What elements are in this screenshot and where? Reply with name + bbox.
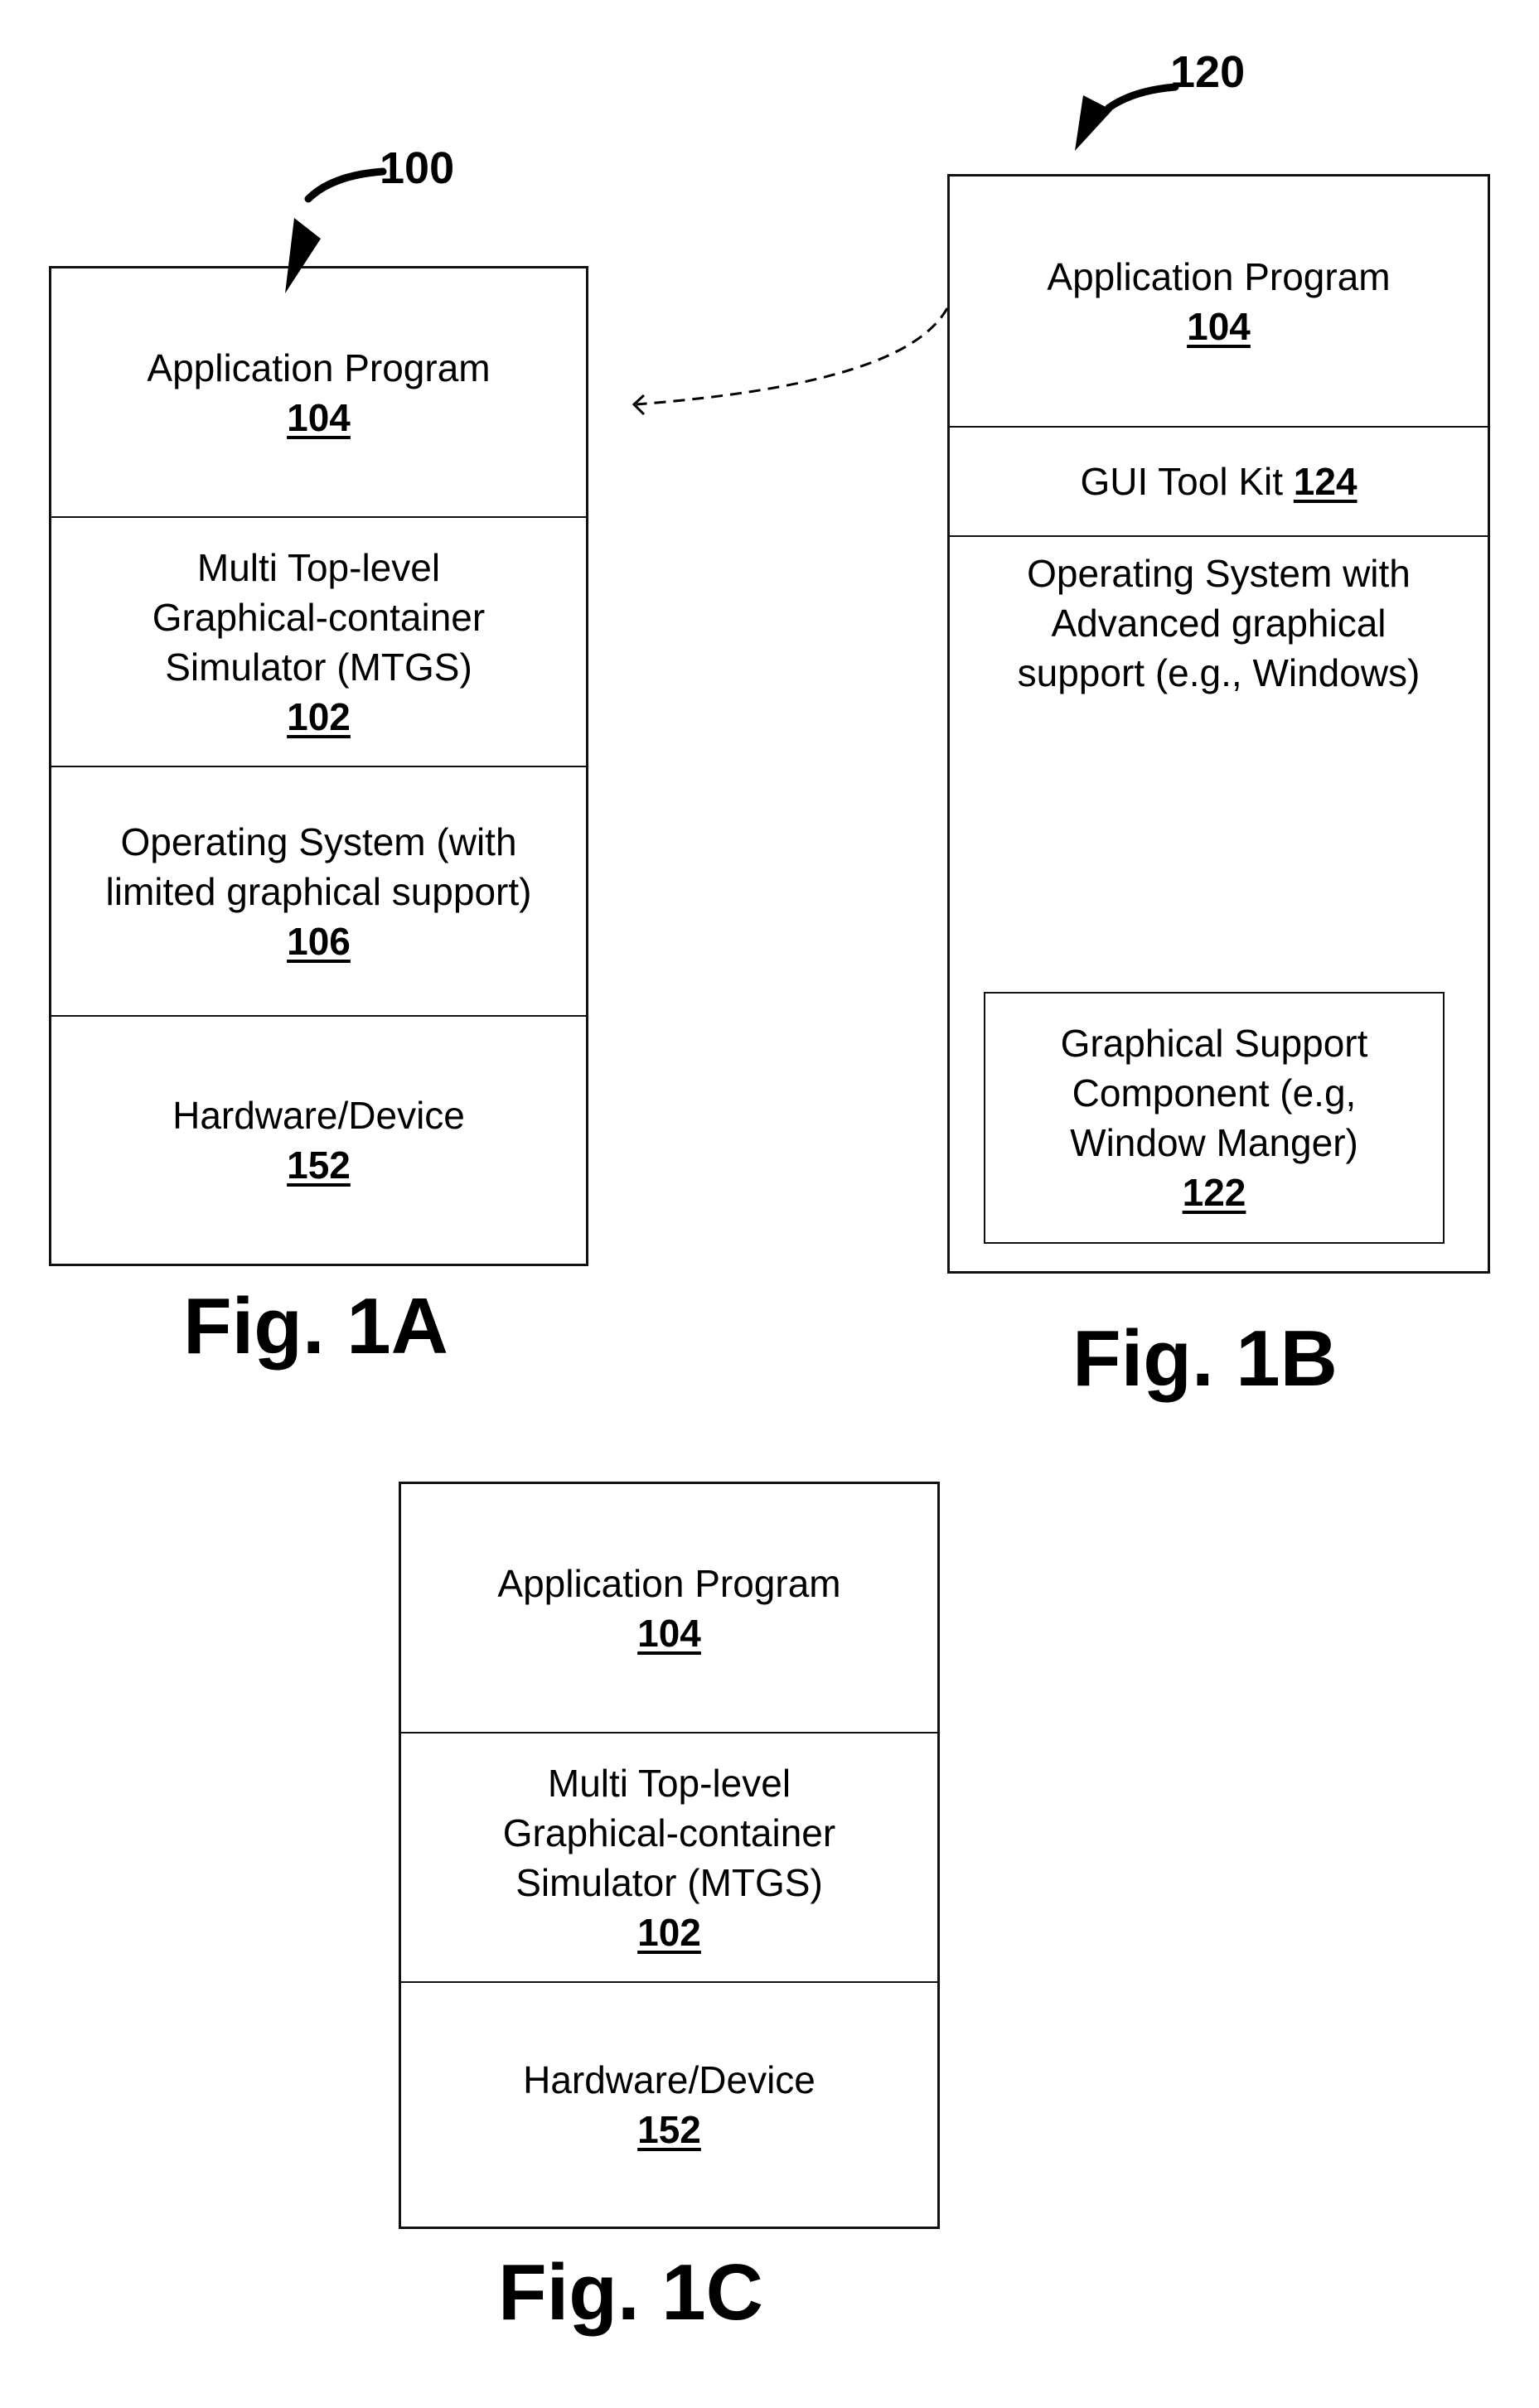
fig1c-layer-application-program: Application Program 104 bbox=[401, 1484, 937, 1733]
fig1b-leader-arrowhead-icon bbox=[1075, 95, 1112, 151]
fig1a-layer-application-program: Application Program 104 bbox=[51, 268, 586, 518]
dashed-reference-arrow bbox=[636, 307, 949, 406]
fig1b-stack: Application Program 104 GUI Tool Kit 124… bbox=[947, 174, 1490, 1274]
layer-label: Advanced graphical bbox=[1051, 602, 1387, 645]
ref-number: 152 bbox=[637, 2108, 701, 2151]
fig1a-caption: Fig. 1A bbox=[182, 1282, 449, 1371]
layer-label: limited graphical support) bbox=[105, 869, 532, 913]
fig1b-leader-arrow-icon bbox=[1105, 83, 1179, 112]
fig1b-ref-number: 120 bbox=[1170, 47, 1246, 97]
fig1c-layer-mtgs: Multi Top-level Graphical-container Simu… bbox=[401, 1733, 937, 1983]
ref-number: 152 bbox=[287, 1144, 351, 1187]
layer-label: Simulator (MTGS) bbox=[165, 645, 472, 689]
layer-label: Application Program bbox=[497, 1561, 841, 1605]
layer-label: Simulator (MTGS) bbox=[515, 1860, 823, 1904]
ref-number: 104 bbox=[637, 1611, 701, 1655]
fig1b-graphical-support-component: Graphical Support Component (e.g, Window… bbox=[984, 992, 1445, 1244]
layer-label: Multi Top-level bbox=[196, 545, 441, 589]
component-label: Graphical Support bbox=[1060, 1022, 1368, 1065]
ref-number: 102 bbox=[287, 694, 351, 738]
layer-label: GUI Tool Kit bbox=[1080, 460, 1284, 503]
layer-label: Hardware/Device bbox=[523, 2058, 815, 2101]
ref-number: 104 bbox=[287, 395, 351, 439]
fig1b-caption: Fig. 1B bbox=[1072, 1314, 1338, 1403]
fig1c-caption: Fig. 1C bbox=[497, 2248, 764, 2337]
fig1a-leader-arrow-icon bbox=[304, 167, 387, 203]
fig1c-stack: Application Program 104 Multi Top-level … bbox=[399, 1482, 940, 2229]
fig1a-layer-hardware: Hardware/Device 152 bbox=[51, 1017, 586, 1264]
layer-label: support (e.g., Windows) bbox=[1017, 651, 1420, 694]
layer-label: Graphical-container bbox=[152, 595, 486, 639]
fig1a-ref-number: 100 bbox=[380, 143, 455, 193]
fig1a-layer-operating-system: Operating System (with limited graphical… bbox=[51, 767, 586, 1017]
layer-label: Multi Top-level bbox=[547, 1761, 791, 1805]
layer-label: Hardware/Device bbox=[172, 1094, 465, 1137]
component-label: Component (e.g, bbox=[1072, 1071, 1357, 1115]
layer-label: Graphical-container bbox=[502, 1811, 836, 1854]
fig1b-layer-gui-toolkit: GUI Tool Kit 124 bbox=[950, 428, 1488, 537]
component-label: Window Manger) bbox=[1070, 1121, 1358, 1164]
layer-label: Operating System with bbox=[1027, 552, 1411, 595]
ref-number: 122 bbox=[1182, 1171, 1246, 1214]
fig1a-stack: Application Program 104 Multi Top-level … bbox=[49, 266, 588, 1266]
ref-number: 106 bbox=[287, 919, 351, 963]
ref-number: 124 bbox=[1293, 460, 1358, 503]
ref-number: 102 bbox=[637, 1910, 701, 1954]
fig1c-layer-hardware: Hardware/Device 152 bbox=[401, 1983, 937, 2227]
layer-label: Operating System (with bbox=[120, 820, 517, 863]
layer-label: Application Program bbox=[1047, 254, 1391, 298]
fig1b-layer-application-program: Application Program 104 bbox=[950, 176, 1488, 428]
dashed-arrowhead-icon bbox=[632, 394, 646, 416]
ref-number: 104 bbox=[1187, 304, 1251, 348]
fig1a-layer-mtgs: Multi Top-level Graphical-container Simu… bbox=[51, 518, 586, 767]
layer-label: Application Program bbox=[147, 346, 491, 389]
